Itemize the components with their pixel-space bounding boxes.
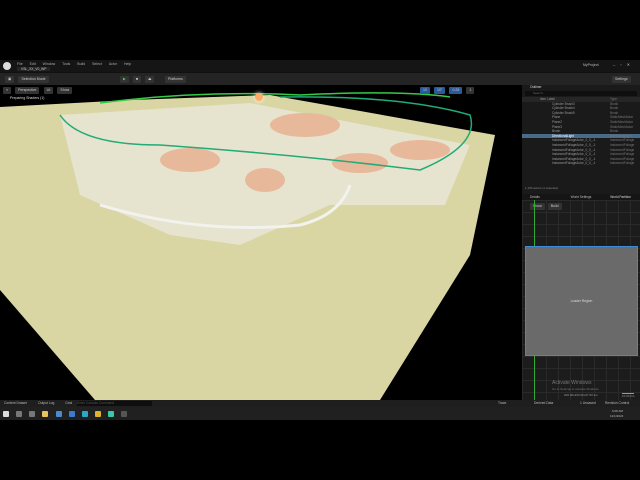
content-drawer-button[interactable]: Content Drawer	[4, 401, 27, 405]
wp-show-button[interactable]: Show	[530, 203, 545, 210]
activate-windows-title: Activate Windows	[552, 380, 592, 386]
perspective-button[interactable]: Perspective	[15, 87, 40, 94]
level-viewport[interactable]: ≡ Perspective Lit Show Preparing Shaders…	[0, 85, 522, 400]
row-label: DirectionalLight	[552, 133, 574, 138]
console-input[interactable]: Enter Console Command	[77, 401, 153, 406]
project-name: MyProject	[583, 63, 599, 67]
edge-icon[interactable]	[81, 410, 88, 417]
level-tab[interactable]: VSL_XX_V0_WP	[17, 67, 51, 71]
right-panel: Outliner Search... Item Label Type Cylind…	[522, 85, 640, 400]
tab-world-partition[interactable]: World Partition	[610, 195, 631, 199]
search-icon[interactable]	[16, 410, 23, 417]
row-label: Cylinder Brush3	[552, 101, 575, 106]
show-button[interactable]: Show	[57, 87, 73, 94]
derived-data-button[interactable]: Derived Data	[534, 400, 553, 407]
row-label: Plane2	[552, 119, 562, 124]
save-icon[interactable]: ▣	[5, 76, 15, 83]
unreal-taskbar-icon[interactable]	[121, 410, 128, 417]
cmd-button[interactable]: Cmd	[65, 401, 72, 405]
shader-status: Preparing Shaders (1)	[10, 96, 45, 100]
menu-select[interactable]: Select	[92, 62, 102, 66]
play-button[interactable]: ▶	[120, 76, 129, 83]
settings-button[interactable]: Settings	[612, 76, 631, 83]
lit-button[interactable]: Lit	[43, 87, 54, 94]
row-label: InstancedFoliageActor_0_0_-1	[552, 152, 596, 157]
tab-world-settings[interactable]: World Settings	[571, 195, 592, 199]
row-label: InstancedFoliageActor_0_0_-1	[552, 156, 596, 161]
row-label: Cylinder Brush5	[552, 110, 575, 115]
clock-time[interactable]: 6:08 AM	[612, 409, 623, 413]
loader-region[interactable]: Loader Region	[525, 246, 638, 356]
terrain-view	[0, 92, 495, 400]
clock-date[interactable]: 12/1/2022	[610, 414, 623, 418]
viewport-menu-icon[interactable]: ≡	[3, 87, 12, 94]
outliner-tab[interactable]: Outliner	[522, 85, 640, 90]
unsaved-button[interactable]: 1 Unsaved	[580, 400, 596, 407]
revision-control-button[interactable]: Revision Control	[605, 400, 629, 407]
start-icon[interactable]	[3, 410, 9, 417]
output-log-button[interactable]: Output Log	[38, 401, 54, 405]
sun-gizmo-icon[interactable]	[255, 93, 263, 101]
status-bar: Content Drawer Output Log Cmd Enter Cons…	[0, 400, 640, 407]
row-label: InstancedFoliageActor_0_0_-1	[552, 147, 596, 152]
unreal-logo-icon[interactable]	[3, 62, 11, 70]
wp-build-button[interactable]: Build	[547, 203, 562, 210]
trace-button[interactable]: Trace	[498, 400, 506, 407]
outliner-row[interactable]: InstancedFoliageActor_0_0_-1 InstancedFol…	[522, 161, 640, 166]
outliner-list: Cylinder Brush3 Brush Cylinder Brush4 Brush…	[522, 102, 640, 166]
row-label: Plane3	[552, 124, 562, 129]
main-toolbar: ▣ Selection Mode ▶ ■ ⏏ Platforms Setting…	[0, 72, 640, 85]
mail-icon[interactable]	[68, 410, 75, 417]
title-bar: File Edit Window Tools Build Select Actor Help …	[0, 60, 640, 72]
row-type: InstancedFoliage	[610, 161, 635, 166]
row-label: Brush	[552, 129, 561, 134]
steam-icon[interactable]	[55, 410, 62, 417]
scale-snap[interactable]: 0.25	[449, 87, 463, 94]
menu-window[interactable]: Window	[43, 62, 55, 66]
outliner-search[interactable]: Search...	[525, 91, 637, 96]
activate-windows-sub: Go to Settings to activate Windows.	[552, 387, 600, 391]
tab-details[interactable]: Details	[530, 195, 540, 199]
stop-button[interactable]: ■	[132, 76, 141, 83]
row-label: InstancedFoliageActor_0_0_-1	[552, 142, 596, 147]
windows-taskbar: 6:08 AM 12/1/2022	[0, 407, 640, 420]
chrome-icon[interactable]	[94, 410, 101, 417]
menu-build[interactable]: Build	[77, 62, 85, 66]
camera-speed[interactable]: 1	[466, 87, 475, 94]
row-label: Plane	[552, 115, 561, 120]
menu-bar: File Edit Window Tools Build Select Actor Help	[17, 61, 138, 66]
menu-file[interactable]: File	[17, 62, 23, 66]
world-partition-map[interactable]: Show Build Loader Region Activate Windows…	[522, 200, 640, 400]
eject-button[interactable]: ⏏	[145, 76, 155, 83]
app-icon[interactable]	[108, 410, 114, 417]
platforms-dropdown[interactable]: Platforms	[165, 76, 186, 83]
menu-tools[interactable]: Tools	[62, 62, 70, 66]
selection-mode-dropdown[interactable]: Selection Mode	[18, 76, 49, 83]
menu-actor[interactable]: Actor	[109, 62, 117, 66]
menu-edit[interactable]: Edit	[30, 62, 36, 66]
explorer-icon[interactable]	[42, 410, 49, 417]
task-view-icon[interactable]	[29, 410, 36, 417]
menu-help[interactable]: Help	[124, 62, 131, 66]
grid-snap[interactable]: 10	[420, 87, 430, 94]
window-controls[interactable]: –▫✕	[613, 62, 635, 67]
map-scale: 10.00 km	[622, 393, 635, 398]
angle-snap[interactable]: 10°	[434, 87, 446, 94]
outliner-footer: 1,156 actors (1 selected)	[525, 186, 559, 190]
row-label: InstancedFoliageActor_0_0_-1	[552, 138, 596, 143]
map-coords: 200.00x200.00x37.50 km	[564, 393, 598, 397]
row-label: Cylinder Brush4	[552, 106, 575, 111]
row-label: InstancedFoliageActor_0_0_-1	[552, 161, 596, 166]
